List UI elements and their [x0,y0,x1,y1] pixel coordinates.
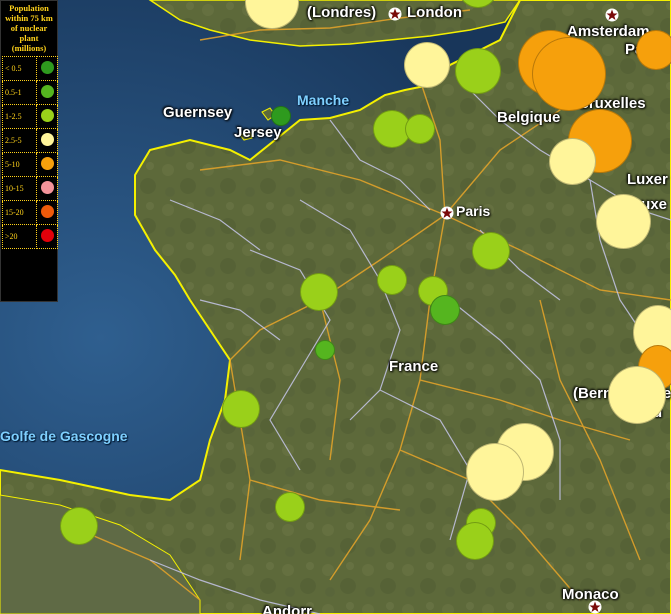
plant-marker[interactable] [315,340,335,360]
plant-marker[interactable] [532,37,606,111]
legend-row: 2.5-5 [2,128,58,153]
legend-swatch-dot [40,85,54,98]
plant-marker[interactable] [636,30,671,70]
plant-marker[interactable] [275,492,305,522]
plant-marker[interactable] [404,42,450,88]
legend-swatch [36,200,58,225]
legend-title-line: of nuclear [10,23,48,33]
capital-star-icon [440,206,454,220]
legend-row: 1-2.5 [2,104,58,129]
legend-swatch-dot [40,229,54,242]
plant-marker[interactable] [549,138,596,185]
legend-class-label: 1-2.5 [2,104,37,129]
legend-row: < 0.5 [2,56,58,81]
plant-marker[interactable] [405,114,435,144]
plant-marker[interactable] [596,194,651,249]
legend-row: 5-10 [2,152,58,177]
legend-class-label: >20 [2,224,37,249]
legend-swatch-dot [40,61,54,74]
map-view[interactable]: (Londres) London Amsterdam Pays- Manche … [0,0,671,614]
plant-marker[interactable] [456,522,494,560]
plant-marker[interactable] [60,507,98,545]
capital-star-icon [388,7,402,21]
legend-class-label: 10-15 [2,176,37,201]
legend-swatch [36,128,58,153]
legend-title-line: Population [9,3,49,13]
legend-swatch-dot [40,109,54,122]
legend-swatch-dot [40,181,54,194]
plant-marker[interactable] [466,443,524,501]
legend-title: Population within 75 km of nuclear plant… [1,1,57,56]
legend-swatch [36,56,58,81]
legend-row: 10-15 [2,176,58,201]
legend-title-line: within 75 km [5,13,53,23]
legend-row: 15-20 [2,200,58,225]
legend-title-line: plant [19,33,39,43]
capital-star-icon [588,600,602,614]
capital-star-icon [605,8,619,22]
plant-marker[interactable] [377,265,407,295]
legend-row: 0.5-1 [2,80,58,105]
legend-row: >20 [2,224,58,249]
plant-marker[interactable] [300,273,338,311]
legend-swatch [36,152,58,177]
plant-marker[interactable] [271,106,291,126]
plant-marker[interactable] [455,48,501,94]
legend-swatch-dot [40,157,54,170]
legend-class-label: 2.5-5 [2,128,37,153]
plant-marker[interactable] [472,232,510,270]
legend-swatch [36,224,58,249]
legend-title-line: (millions) [11,43,47,53]
map-legend: Population within 75 km of nuclear plant… [0,0,58,302]
legend-swatch [36,80,58,105]
legend-swatch [36,176,58,201]
legend-swatch-dot [40,133,54,146]
plant-marker[interactable] [222,390,260,428]
legend-class-label: 0.5-1 [2,80,37,105]
legend-swatch-dot [40,205,54,218]
plant-marker[interactable] [608,366,666,424]
legend-class-label: < 0.5 [2,56,37,81]
legend-table: < 0.5 0.5-1 1-2.5 2.5-5 5-10 10-15 15-20… [2,56,58,249]
legend-class-label: 5-10 [2,152,37,177]
plant-marker[interactable] [430,295,460,325]
legend-swatch [36,104,58,129]
legend-class-label: 15-20 [2,200,37,225]
